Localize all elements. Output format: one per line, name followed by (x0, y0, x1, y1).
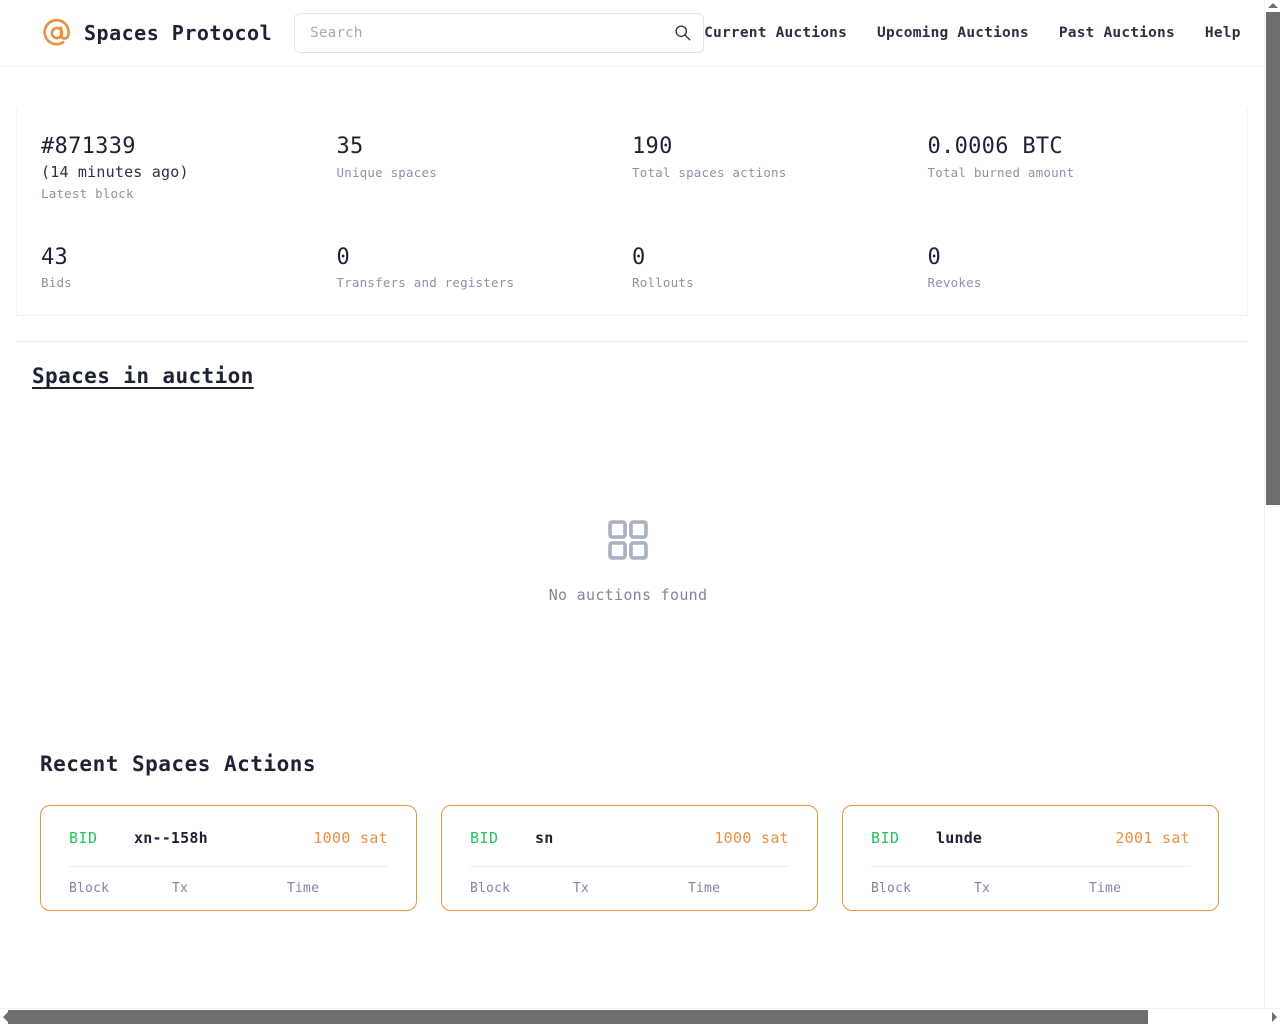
stat-bids: 43 Bids (41, 244, 337, 294)
auctions-empty-state: No auctions found (32, 518, 1224, 604)
action-kind-badge: BID (871, 829, 900, 848)
stat-total-spaces-actions: 190 Total spaces actions (632, 133, 928, 205)
stat-latest-block: #871339 (14 minutes ago) Latest block (41, 133, 337, 205)
action-card-meta: Block Tx Time (69, 881, 388, 896)
stat-label: Transfers and registers (336, 275, 515, 291)
stat-total-burned-amount: 0.0006 BTC Total burned amount (928, 133, 1224, 205)
stat-label: Total spaces actions (632, 164, 787, 180)
meta-header-tx: Tx (573, 881, 590, 897)
stat-value: 35 (336, 134, 364, 159)
action-amount: 1000 sat (313, 829, 388, 848)
search-container (294, 13, 705, 53)
stat-label: Bids (41, 275, 72, 291)
horizontal-scrollbar-thumb[interactable] (8, 1010, 1148, 1024)
auctions-empty-text: No auctions found (548, 586, 708, 605)
stat-value: 0.0006 BTC (927, 134, 1063, 159)
scroll-up-arrow-icon[interactable] (1268, 3, 1278, 8)
stat-revokes: 0 Revokes (928, 244, 1224, 294)
stat-value: 190 (632, 134, 673, 159)
recent-spaces-actions-section: Recent Spaces Actions BID xn--158h 1000 … (0, 752, 1264, 912)
action-card-meta: Block Tx Time (470, 881, 789, 896)
meta-header-block: Block (871, 881, 912, 897)
action-card[interactable]: BID sn 1000 sat Block Tx Time (441, 805, 818, 912)
meta-header-block: Block (470, 881, 511, 897)
stat-value: 0 (632, 244, 646, 270)
action-card-meta: Block Tx Time (871, 881, 1190, 896)
brand-name: Spaces Protocol (84, 21, 273, 45)
action-kind-badge: BID (69, 829, 98, 848)
nav-link-past-auctions[interactable]: Past Auctions (1059, 25, 1175, 41)
card-divider (69, 866, 388, 868)
horizontal-scrollbar[interactable] (0, 1008, 1280, 1024)
scroll-right-arrow-icon[interactable] (1272, 1012, 1277, 1022)
recent-actions-title: Recent Spaces Actions (40, 752, 317, 777)
meta-header-time: Time (1089, 881, 1122, 897)
main-navigation: Current Auctions Upcoming Auctions Past … (704, 25, 1257, 41)
main-content: #871339 (14 minutes ago) Latest block 35… (0, 108, 1264, 912)
stat-label: Unique spaces (336, 164, 437, 180)
action-amount: 1000 sat (714, 829, 789, 848)
action-space-name: xn--158h (134, 829, 208, 848)
vertical-scrollbar-thumb[interactable] (1266, 12, 1280, 505)
stat-label: Latest block (41, 186, 134, 202)
stats-grid: #871339 (14 minutes ago) Latest block 35… (41, 133, 1223, 293)
brand-logo-link[interactable]: Spaces Protocol (40, 16, 272, 50)
meta-header-time: Time (688, 881, 721, 897)
meta-header-tx: Tx (974, 881, 991, 897)
stat-subvalue: (14 minutes ago) (41, 162, 189, 181)
recent-actions-cards-row: BID xn--158h 1000 sat Block Tx Time BID … (40, 805, 1240, 912)
nav-link-current-auctions[interactable]: Current Auctions (704, 25, 847, 41)
action-card-header: BID lunde 2001 sat (871, 823, 1190, 853)
nav-link-help[interactable]: Help (1205, 25, 1241, 41)
action-amount: 2001 sat (1115, 829, 1190, 848)
spaces-in-auction-title-link[interactable]: Spaces in auction (32, 364, 254, 388)
search-input[interactable] (294, 13, 705, 53)
stat-label: Rollouts (632, 275, 694, 291)
page-root: Spaces Protocol Current Auctions Upcomin… (0, 0, 1264, 1008)
action-space-name: lunde (936, 829, 983, 848)
network-stats-panel: #871339 (14 minutes ago) Latest block 35… (16, 108, 1248, 317)
stat-value: 0 (336, 244, 351, 270)
spaces-in-auction-section: Spaces in auction No auctions found (0, 342, 1264, 604)
card-divider (871, 866, 1190, 868)
at-sign-icon (43, 18, 70, 46)
action-space-name: sn (535, 829, 554, 848)
stat-rollouts: 0 Rollouts (632, 244, 928, 294)
action-card-header: BID sn 1000 sat (470, 823, 789, 853)
stat-value: 43 (41, 244, 69, 270)
card-divider (470, 866, 789, 868)
stat-value: #871339 (41, 134, 136, 159)
action-card-header: BID xn--158h 1000 sat (69, 823, 388, 853)
action-card[interactable]: BID lunde 2001 sat Block Tx Time (842, 805, 1219, 912)
action-card[interactable]: BID xn--158h 1000 sat Block Tx Time (40, 805, 417, 912)
meta-header-time: Time (287, 881, 320, 897)
action-kind-badge: BID (470, 829, 499, 848)
stat-value: 0 (927, 244, 942, 270)
meta-header-tx: Tx (172, 881, 189, 897)
site-header: Spaces Protocol Current Auctions Upcomin… (0, 0, 1264, 67)
meta-header-block: Block (69, 881, 110, 897)
browser-viewport: Spaces Protocol Current Auctions Upcomin… (0, 0, 1280, 1024)
stat-unique-spaces: 35 Unique spaces (337, 133, 633, 205)
stat-transfers-and-registers: 0 Transfers and registers (337, 244, 633, 294)
stat-label: Revokes (927, 275, 982, 291)
vertical-scrollbar[interactable] (1264, 0, 1280, 1008)
grid-squares-icon (608, 520, 648, 561)
nav-link-upcoming-auctions[interactable]: Upcoming Auctions (877, 25, 1029, 41)
stat-label: Total burned amount (927, 164, 1075, 180)
